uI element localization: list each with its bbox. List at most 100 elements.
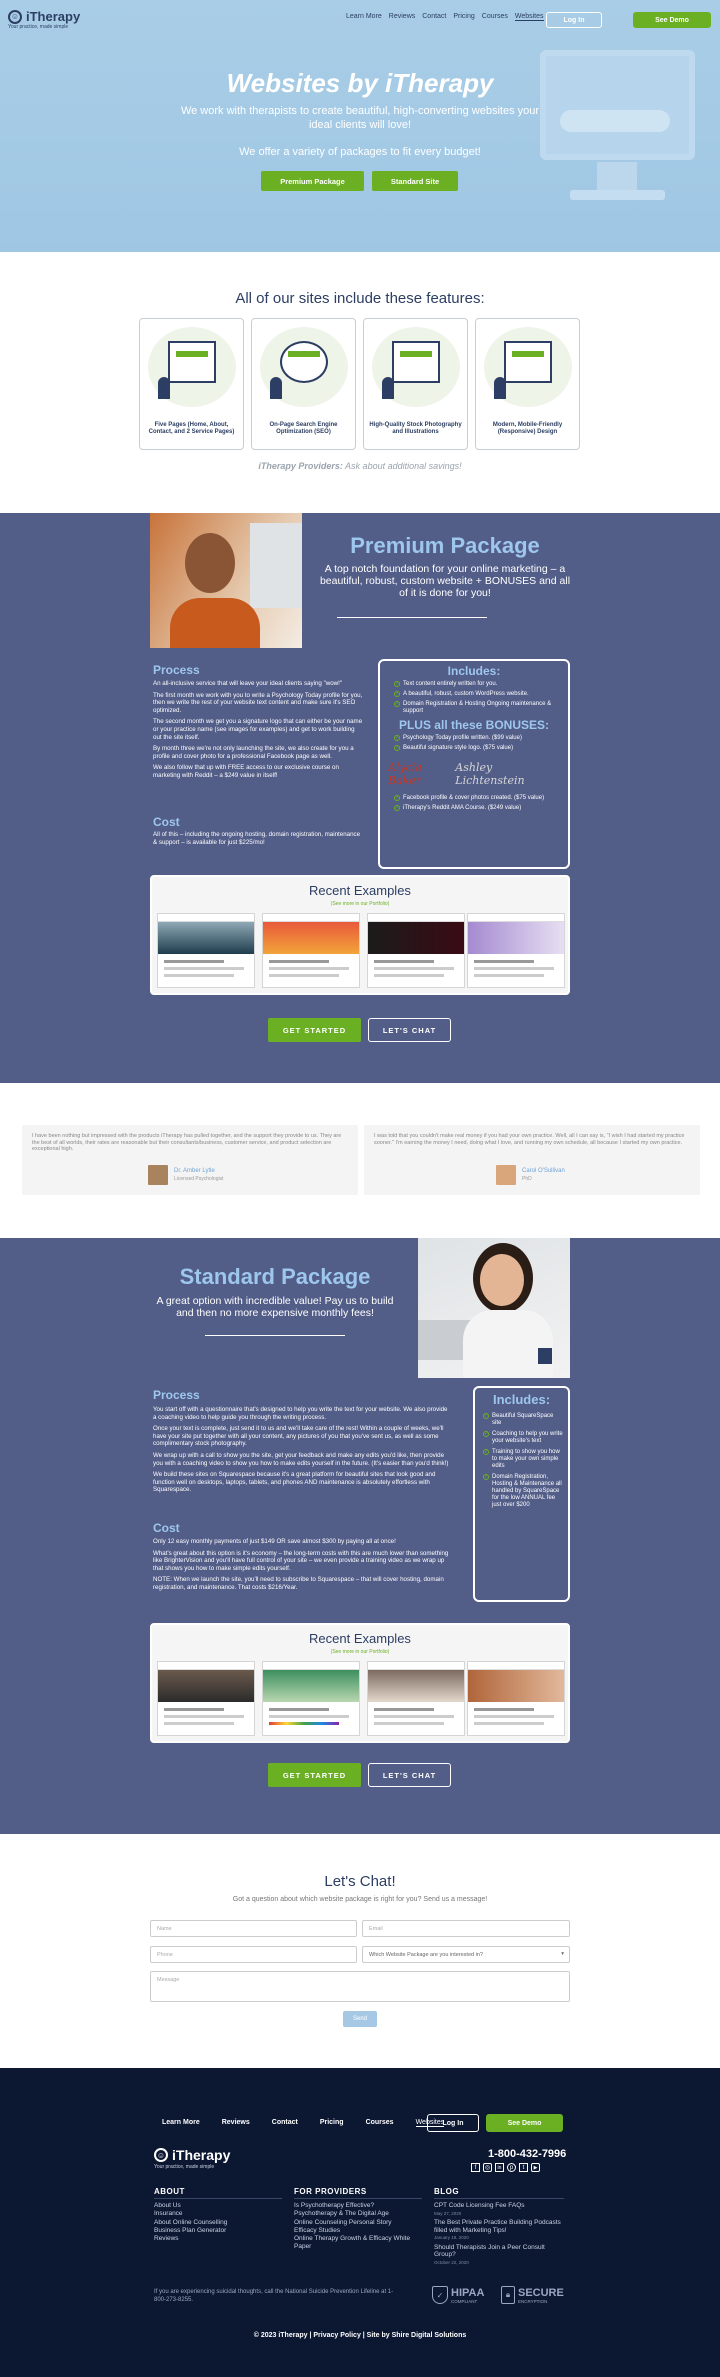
nav-reviews[interactable]: Reviews	[389, 13, 415, 21]
example-site-thumbnail[interactable]	[367, 1661, 465, 1736]
portfolio-link[interactable]: (See more in our Portfolio)	[152, 1649, 568, 1655]
footer-link[interactable]: Psychotherapy & The Digital Age	[294, 2210, 422, 2218]
divider	[205, 1335, 345, 1336]
footer-link[interactable]: About Online Counselling	[154, 2219, 282, 2227]
example-site-thumbnail[interactable]	[157, 913, 255, 988]
linkedin-icon[interactable]: in	[495, 2163, 504, 2172]
footer-logo-tagline: Your practice, made simple	[154, 2164, 215, 2170]
footer-link[interactable]: Insurance	[154, 2210, 282, 2218]
feature-label: High-Quality Stock Photography and Illus…	[369, 422, 462, 435]
footer-link[interactable]: Efficacy Studies	[294, 2227, 422, 2235]
crisis-note: If you are experiencing suicidal thought…	[154, 2289, 394, 2303]
lets-chat-button[interactable]: LET'S CHAT	[368, 1018, 451, 1042]
portfolio-link[interactable]: (See more in our Portfolio)	[152, 901, 568, 907]
site-header: ☺ iTherapy Your practice, made simple Le…	[0, 0, 720, 40]
footer-link[interactable]: About Us	[154, 2202, 282, 2210]
copyright: © 2023 iTherapy | Privacy Policy | Site …	[253, 2332, 467, 2339]
example-site-thumbnail[interactable]	[262, 913, 360, 988]
instagram-icon[interactable]: ◎	[483, 2163, 492, 2172]
see-demo-button[interactable]: See Demo	[633, 12, 711, 28]
footer-nav-contact[interactable]: Contact	[272, 2119, 298, 2127]
includes-heading: Includes:	[447, 664, 501, 678]
standard-title: Standard Package	[179, 1264, 371, 1289]
process-p: By month three we're not only launching …	[153, 745, 354, 760]
monitor-illustration	[540, 50, 695, 160]
footer-nav-reviews[interactable]: Reviews	[222, 2119, 250, 2127]
youtube-icon[interactable]: ▶	[531, 2163, 540, 2172]
includes-box: Includes: ✓ Text content entirely written…	[378, 659, 570, 869]
check-icon: ✓	[394, 735, 400, 741]
nav-contact[interactable]: Contact	[422, 13, 446, 21]
blog-link[interactable]: Should Therapists Join a Peer Consult Gr…	[434, 2244, 564, 2259]
lets-chat-button[interactable]: LET'S CHAT	[368, 1763, 451, 1787]
nav-courses[interactable]: Courses	[482, 13, 508, 21]
cost-p: Only 12 easy monthly payments of just $1…	[153, 1538, 396, 1545]
footer-link[interactable]: Online Therapy Growth & Efficacy White P…	[294, 2235, 422, 2252]
example-site-thumbnail[interactable]	[157, 1661, 255, 1736]
nav-learn-more[interactable]: Learn More	[346, 13, 382, 21]
footer-nav-learn-more[interactable]: Learn More	[162, 2119, 200, 2127]
includes-box: Includes: ✓ Beautiful SquareSpace site ✓ C…	[473, 1386, 570, 1602]
footer-logo[interactable]: ☺ iTherapy	[154, 2147, 230, 2163]
blog-date: January 19, 2020	[434, 2235, 469, 2240]
feature-label: On-Page Search Engine Optimization (SEO)	[269, 422, 338, 435]
example-site-thumbnail[interactable]	[367, 913, 465, 988]
package-select[interactable]: Which Website Package are you interested…	[362, 1946, 570, 1963]
footer-link[interactable]: Online Counseling Personal Story	[294, 2219, 422, 2227]
signature-examples: Alycia Baker Ashley Lichtenstein	[380, 755, 568, 793]
login-button[interactable]: Log In	[546, 12, 602, 28]
provider-links: Is Psychotherapy Effective? Psychotherap…	[294, 2202, 422, 2252]
cost-p: What's great about this option is it's e…	[153, 1549, 449, 1572]
footer-link[interactable]: Is Psychotherapy Effective?	[294, 2202, 422, 2210]
logo-tagline: Your practice, made simple	[8, 24, 69, 30]
footer-nav-courses[interactable]: Courses	[366, 2119, 394, 2127]
monitor-base	[570, 190, 665, 200]
feature-card: On-Page Search Engine Optimization (SEO)	[251, 318, 356, 450]
process-p: You start off with a questionnaire that'…	[153, 1406, 448, 1421]
blog-links: CPT Code Licensing Fee FAQs May 27, 2020…	[434, 2202, 564, 2266]
get-started-button[interactable]: GET STARTED	[268, 1763, 361, 1787]
example-site-thumbnail[interactable]	[467, 913, 565, 988]
signature-logo-2: Ashley Lichtenstein	[455, 761, 525, 787]
blog-heading: BLOG	[434, 2187, 460, 2196]
send-button[interactable]: Send	[343, 2011, 377, 2027]
footer-phone[interactable]: 1-800-432-7996	[488, 2148, 566, 2160]
footer-link[interactable]: Reviews	[154, 2235, 282, 2243]
contact-subtitle: Got a question about which website packa…	[232, 1896, 488, 1903]
premium-package-button[interactable]: Premium Package	[261, 171, 364, 191]
feature-card: Modern, Mobile-Friendly (Responsive) Des…	[475, 318, 580, 450]
blog-link[interactable]: The Best Private Practice Building Podca…	[434, 2219, 564, 2234]
bonus-item: ✓ Facebook profile & cover photos created…	[394, 795, 545, 801]
blog-date: October 22, 2020	[434, 2259, 469, 2265]
secure-label: SECURE	[518, 2286, 564, 2299]
standard-tagline: A great option with incredible value! Pa…	[156, 1295, 394, 1319]
example-site-thumbnail[interactable]	[262, 1661, 360, 1736]
secure-sub: ENCRYPTION	[518, 2298, 548, 2304]
facebook-icon[interactable]: f	[471, 2163, 480, 2172]
email-field[interactable]: Email	[362, 1920, 570, 1937]
footer-link[interactable]: Business Plan Generator	[154, 2227, 282, 2235]
twitter-icon[interactable]: t	[519, 2163, 528, 2172]
features-title: All of our sites include these features:	[235, 290, 485, 307]
nav-pricing[interactable]: Pricing	[453, 13, 474, 21]
get-started-button[interactable]: GET STARTED	[268, 1018, 361, 1042]
cost-text: All of this – including the ongoing host…	[153, 831, 361, 846]
process-p: We wrap up with a call to show you the s…	[153, 1451, 449, 1467]
nav-websites[interactable]: Websites	[514, 13, 544, 21]
footer-demo-button[interactable]: See Demo	[486, 2114, 563, 2132]
standard-site-button[interactable]: Standard Site	[372, 171, 458, 191]
name-field[interactable]: Name	[150, 1920, 357, 1937]
standard-photo	[418, 1238, 570, 1378]
message-field[interactable]: Message	[150, 1971, 570, 2002]
pinterest-icon[interactable]: p	[507, 2163, 516, 2172]
process-text: You start off with a questionnaire that'…	[153, 1406, 451, 1494]
blog-link[interactable]: CPT Code Licensing Fee FAQs	[434, 2202, 564, 2210]
footer-login-button[interactable]: Log In	[427, 2114, 479, 2132]
phone-field[interactable]: Phone	[150, 1946, 357, 1963]
check-icon: ✓	[483, 1431, 489, 1437]
site-logo[interactable]: ☺ iTherapy Your practice, made simple	[8, 9, 80, 30]
divider	[337, 617, 487, 618]
include-item: ✓ Text content entirely written for you.	[394, 681, 498, 687]
footer-nav-pricing[interactable]: Pricing	[320, 2119, 344, 2127]
example-site-thumbnail[interactable]	[467, 1661, 565, 1736]
